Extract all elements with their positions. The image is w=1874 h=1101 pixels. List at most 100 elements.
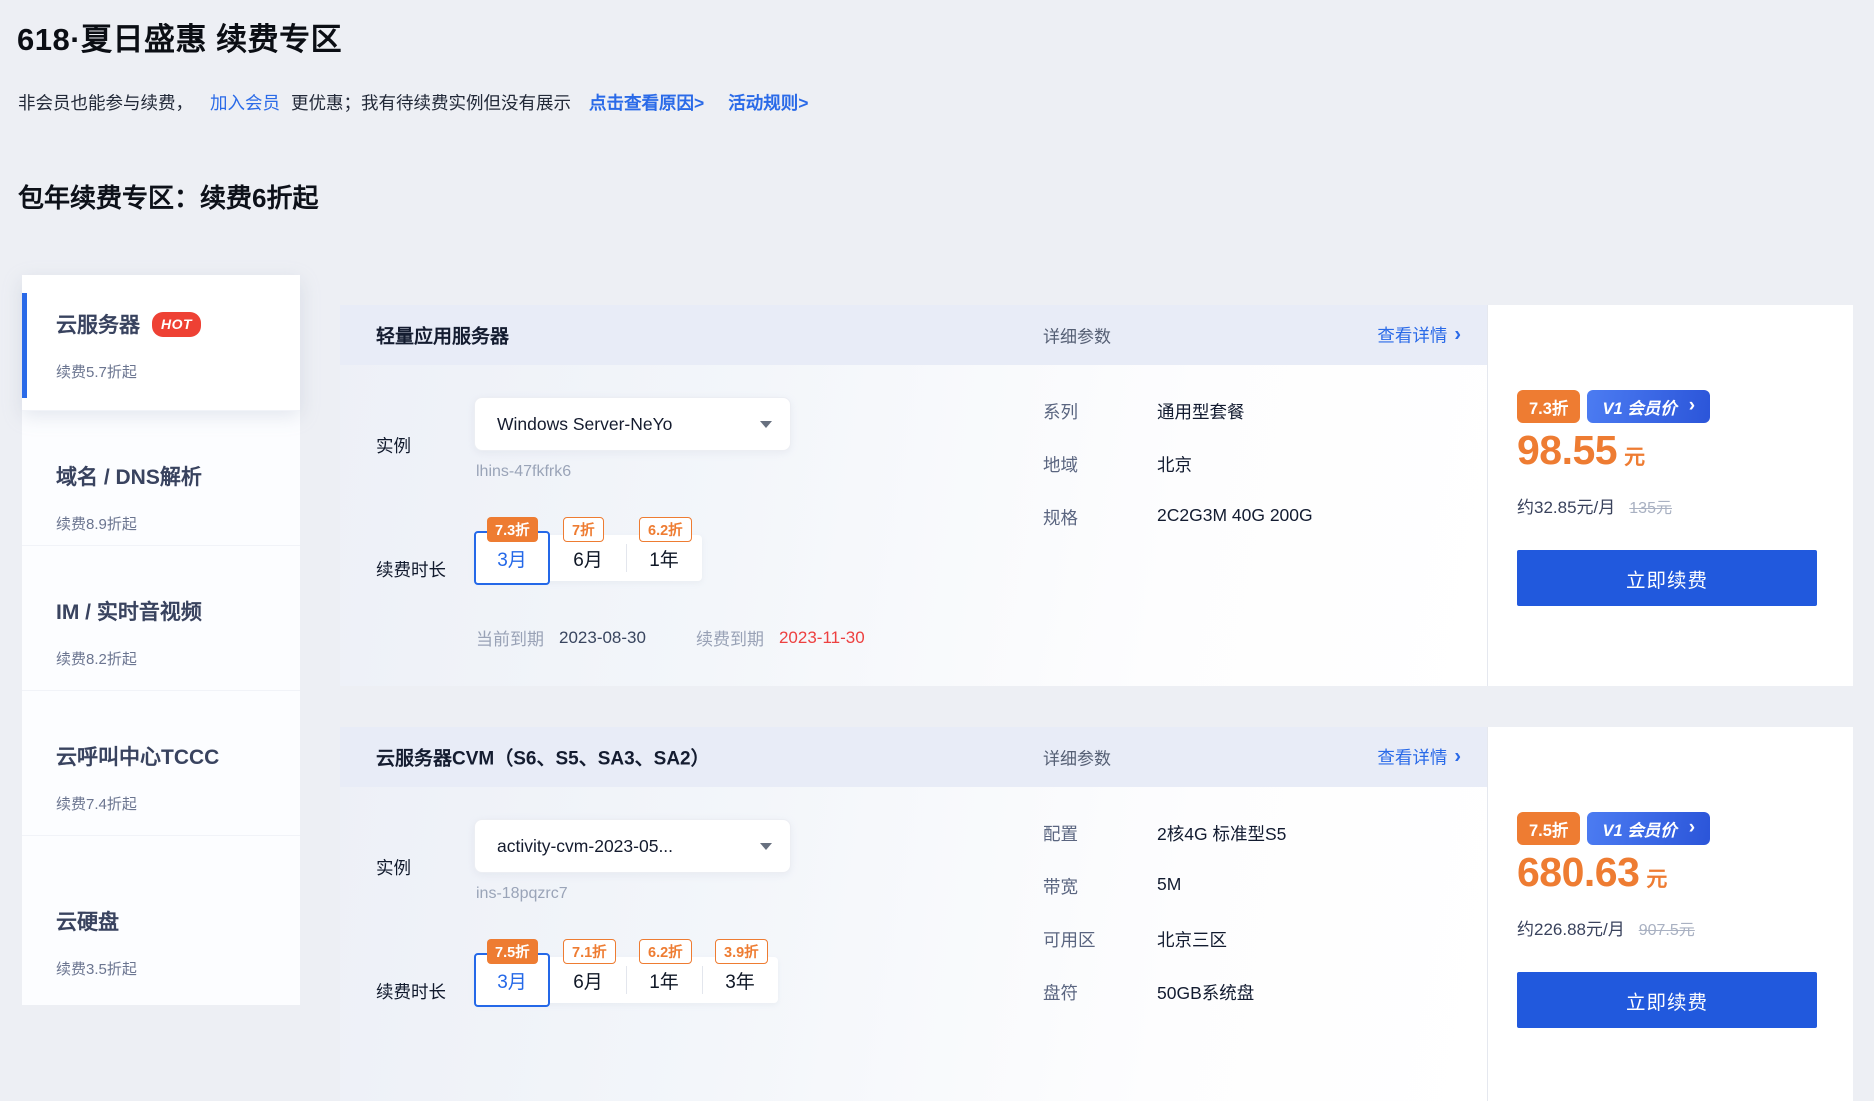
param-row: 盘符 50GB系统盘 — [1043, 980, 1254, 1005]
original-price: 907.5元 — [1639, 916, 1695, 940]
discount-badge: 7.5折 — [1517, 812, 1580, 845]
card-title: 轻量应用服务器 — [376, 322, 509, 349]
sidebar-item-label: 云服务器 — [56, 309, 140, 339]
view-detail-label: 查看详情 — [1377, 745, 1447, 770]
page-title: 618·夏日盛惠 续费专区 — [17, 14, 342, 59]
sidebar-item-title: 域名 / DNS解析 — [56, 461, 300, 491]
product-card-lighthouse: 轻量应用服务器 详细参数 查看详情 › 实例 Windows Server-Ne… — [340, 305, 1853, 686]
discount-tag: 3.9折 — [715, 939, 768, 964]
sidebar-item-discount: 续费5.7折起 — [56, 361, 300, 382]
price-line: 680.63 元 — [1517, 849, 1667, 896]
param-value: 2核4G 标准型S5 — [1157, 821, 1286, 846]
sidebar-item-tccc[interactable]: 云呼叫中心TCCC 续费7.4折起 — [22, 690, 300, 835]
duration-label: 续费时长 — [376, 557, 446, 582]
chevron-right-icon: › — [1454, 324, 1461, 344]
sidebar-item-discount: 续费3.5折起 — [56, 958, 300, 979]
product-cards: 轻量应用服务器 详细参数 查看详情 › 实例 Windows Server-Ne… — [340, 305, 1853, 1101]
view-reason-link[interactable]: 点击查看原因> — [589, 90, 704, 115]
param-row: 可用区 北京三区 — [1043, 927, 1227, 952]
section-title: 包年续费专区：续费6折起 — [18, 178, 318, 215]
expiry-row: 当前到期 2023-08-30 续费到期 2023-11-30 — [476, 625, 865, 650]
renew-expiry-label: 续费到期 — [696, 625, 764, 650]
sidebar-item-im[interactable]: IM / 实时音视频 续费8.2折起 — [22, 545, 300, 690]
param-label: 可用区 — [1043, 927, 1157, 952]
param-label: 系列 — [1043, 399, 1157, 424]
activity-rules-link[interactable]: 活动规则> — [728, 90, 808, 115]
current-expiry-date: 2023-08-30 — [559, 628, 646, 648]
monthly-price-line: 约32.85元/月 135元 — [1517, 493, 1672, 518]
chevron-right-icon: › — [1689, 818, 1695, 837]
param-label: 地域 — [1043, 452, 1157, 477]
caret-down-icon — [760, 843, 772, 850]
param-row: 规格 2C2G3M 40G 200G — [1043, 505, 1313, 530]
monthly-price: 约32.85元/月 — [1517, 493, 1615, 518]
duration-label: 续费时长 — [376, 979, 446, 1004]
original-price: 135元 — [1629, 494, 1672, 518]
discount-badge: 7.3折 — [1517, 390, 1580, 423]
instance-select[interactable]: activity-cvm-2023-05... — [474, 819, 791, 873]
sidebar-item-title: 云硬盘 — [56, 906, 300, 936]
instance-id: ins-18pqzrc7 — [476, 885, 568, 903]
sidebar-item-cbs[interactable]: 云硬盘 续费3.5折起 — [22, 835, 300, 1005]
price-currency: 元 — [1646, 863, 1667, 893]
sidebar-item-title: 云服务器 HOT — [56, 309, 300, 339]
param-label: 配置 — [1043, 821, 1157, 846]
price-currency: 元 — [1624, 441, 1645, 471]
card-header: 轻量应用服务器 详细参数 查看详情 › — [340, 305, 1487, 365]
param-value: 北京三区 — [1157, 927, 1227, 952]
param-value: 2C2G3M 40G 200G — [1157, 505, 1313, 530]
price-line: 98.55 元 — [1517, 427, 1645, 474]
product-card-cvm: 云服务器CVM（S6、S5、SA3、SA2） 详细参数 查看详情 › 实例 ac… — [340, 727, 1853, 1101]
instance-select-value: activity-cvm-2023-05... — [497, 836, 673, 857]
subtitle-bar: 非会员也能参与续费， 加入会员 更优惠；我有待续费实例但没有展示 点击查看原因>… — [18, 90, 808, 115]
price-amount: 680.63 — [1517, 849, 1639, 896]
caret-down-icon — [760, 421, 772, 428]
card-main: 云服务器CVM（S6、S5、SA3、SA2） 详细参数 查看详情 › 实例 ac… — [340, 727, 1487, 1101]
subtitle-text-2: 更优惠；我有待续费实例但没有展示 — [291, 90, 571, 115]
params-header-label: 详细参数 — [1043, 745, 1111, 770]
current-expiry-label: 当前到期 — [476, 625, 544, 650]
param-label: 规格 — [1043, 505, 1157, 530]
instance-label: 实例 — [376, 433, 411, 458]
price-amount: 98.55 — [1517, 427, 1617, 474]
chevron-right-icon: › — [1454, 746, 1461, 766]
sidebar-item-cloud-server[interactable]: 云服务器 HOT 续费5.7折起 — [22, 275, 300, 410]
param-value: 5M — [1157, 874, 1181, 899]
param-row: 带宽 5M — [1043, 874, 1181, 899]
param-label: 带宽 — [1043, 874, 1157, 899]
discount-tag: 6.2折 — [639, 517, 692, 542]
instance-select-value: Windows Server-NeYo — [497, 414, 672, 435]
renew-expiry-date: 2023-11-30 — [779, 628, 865, 648]
sidebar-item-label: 域名 / DNS解析 — [56, 461, 202, 491]
params-header-label: 详细参数 — [1043, 323, 1111, 348]
instance-id: lhins-47fkfrk6 — [476, 463, 571, 481]
discount-tag: 7.3折 — [487, 517, 538, 542]
card-title: 云服务器CVM（S6、S5、SA3、SA2） — [376, 744, 710, 771]
price-badges: 7.5折 V1 会员价 › — [1517, 812, 1710, 845]
instance-label: 实例 — [376, 855, 411, 880]
sidebar-item-dns[interactable]: 域名 / DNS解析 续费8.9折起 — [22, 410, 300, 545]
chevron-right-icon: › — [1689, 396, 1695, 415]
hot-badge: HOT — [152, 312, 201, 337]
param-value: 50GB系统盘 — [1157, 980, 1254, 1005]
monthly-price: 约226.88元/月 — [1517, 915, 1625, 940]
discount-tag: 6.2折 — [639, 939, 692, 964]
renew-now-button[interactable]: 立即续费 — [1517, 972, 1817, 1028]
join-member-link[interactable]: 加入会员 — [210, 90, 280, 115]
member-price-label: V1 会员价 — [1602, 395, 1676, 419]
sidebar-item-discount: 续费7.4折起 — [56, 793, 300, 814]
view-detail-label: 查看详情 — [1377, 323, 1447, 348]
instance-select[interactable]: Windows Server-NeYo — [474, 397, 791, 451]
card-header: 云服务器CVM（S6、S5、SA3、SA2） 详细参数 查看详情 › — [340, 727, 1487, 787]
member-price-label: V1 会员价 — [1602, 817, 1676, 841]
view-detail-link[interactable]: 查看详情 › — [1377, 745, 1461, 770]
param-value: 北京 — [1157, 452, 1192, 477]
card-main: 轻量应用服务器 详细参数 查看详情 › 实例 Windows Server-Ne… — [340, 305, 1487, 686]
member-price-badge[interactable]: V1 会员价 › — [1587, 390, 1710, 423]
view-detail-link[interactable]: 查看详情 › — [1377, 323, 1461, 348]
param-row: 系列 通用型套餐 — [1043, 399, 1245, 424]
renew-now-button[interactable]: 立即续费 — [1517, 550, 1817, 606]
param-row: 地域 北京 — [1043, 452, 1192, 477]
member-price-badge[interactable]: V1 会员价 › — [1587, 812, 1710, 845]
sidebar-item-discount: 续费8.2折起 — [56, 648, 300, 669]
